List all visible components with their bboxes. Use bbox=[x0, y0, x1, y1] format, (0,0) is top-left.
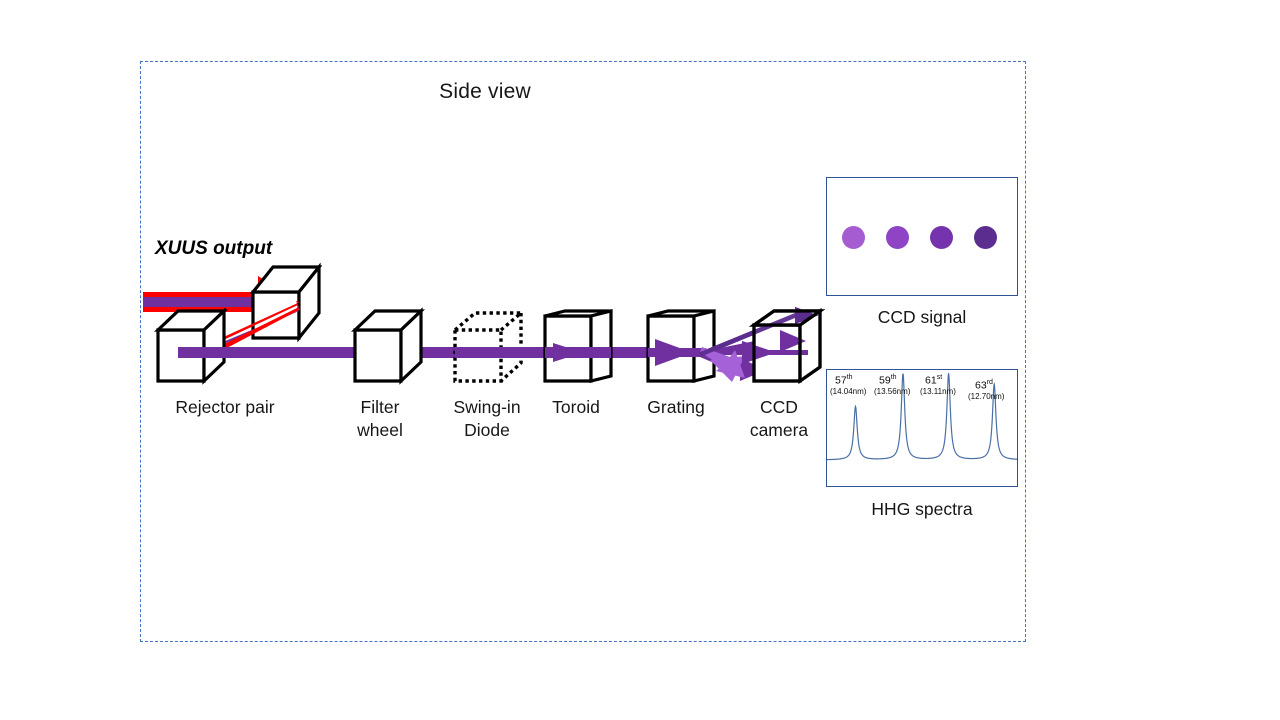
label-swing-in-diode: Swing-in Diode bbox=[432, 396, 542, 442]
label-line-1: Toroid bbox=[552, 397, 600, 417]
harmonic-order: 59 bbox=[879, 374, 891, 387]
beam-through-diode bbox=[455, 347, 525, 358]
ccd-dot-4 bbox=[974, 226, 997, 249]
harmonic-order: 57 bbox=[835, 374, 847, 387]
xuus-output-label: XUUS output bbox=[155, 238, 273, 259]
main-purple-beam bbox=[178, 338, 708, 367]
harmonic-ordinal: rd bbox=[986, 379, 993, 386]
hhg-spectra-caption: HHG spectra bbox=[871, 499, 973, 519]
harmonic-wavelength-57: (14.04nm) bbox=[830, 387, 867, 396]
label-line-1: Swing-in bbox=[453, 397, 521, 417]
label-line-1: Rejector pair bbox=[175, 397, 275, 417]
harmonic-wavelength-61: (13.11nm) bbox=[920, 387, 956, 396]
label-line-1: Filter bbox=[360, 397, 400, 417]
label-line-2: camera bbox=[749, 420, 809, 441]
ccd-dot-2 bbox=[886, 226, 909, 249]
label-line-2: wheel bbox=[357, 420, 403, 441]
harmonic-ordinal: st bbox=[936, 374, 943, 381]
label-line-1: Grating bbox=[647, 397, 705, 417]
rejector-cube-lower bbox=[153, 307, 229, 385]
label-grating: Grating bbox=[628, 396, 724, 419]
harmonic-wavelength-63: (12.70nm) bbox=[968, 392, 1005, 401]
filter-wheel-cube bbox=[350, 307, 426, 385]
label-rejector-pair: Rejector pair bbox=[145, 396, 305, 419]
harmonic-label-59: 59th bbox=[879, 374, 897, 386]
harmonic-ordinal: th bbox=[890, 374, 897, 381]
beamline-drawing: .cube-face{fill:#ffffff;stroke:#000000;s… bbox=[143, 262, 826, 385]
label-ccd-camera: CCD camera bbox=[732, 396, 826, 442]
label-filter-wheel: Filter wheel bbox=[330, 396, 430, 442]
harmonic-order: 63 bbox=[975, 379, 987, 392]
harmonic-label-63: 63rd bbox=[975, 379, 993, 391]
label-toroid: Toroid bbox=[528, 396, 624, 419]
label-line-1: CCD bbox=[760, 397, 798, 417]
ccd-dot-1 bbox=[842, 226, 865, 249]
label-line-2: Diode bbox=[464, 420, 510, 441]
ccd-signal-caption: CCD signal bbox=[877, 307, 967, 327]
harmonic-label-61: 61st bbox=[925, 374, 942, 386]
harmonic-wavelength-59: (13.56nm) bbox=[874, 387, 911, 396]
harmonic-ordinal: th bbox=[846, 374, 853, 381]
ccd-dot-3 bbox=[930, 226, 953, 249]
harmonic-label-57: 57th bbox=[835, 374, 853, 386]
harmonic-order: 61 bbox=[925, 374, 937, 387]
